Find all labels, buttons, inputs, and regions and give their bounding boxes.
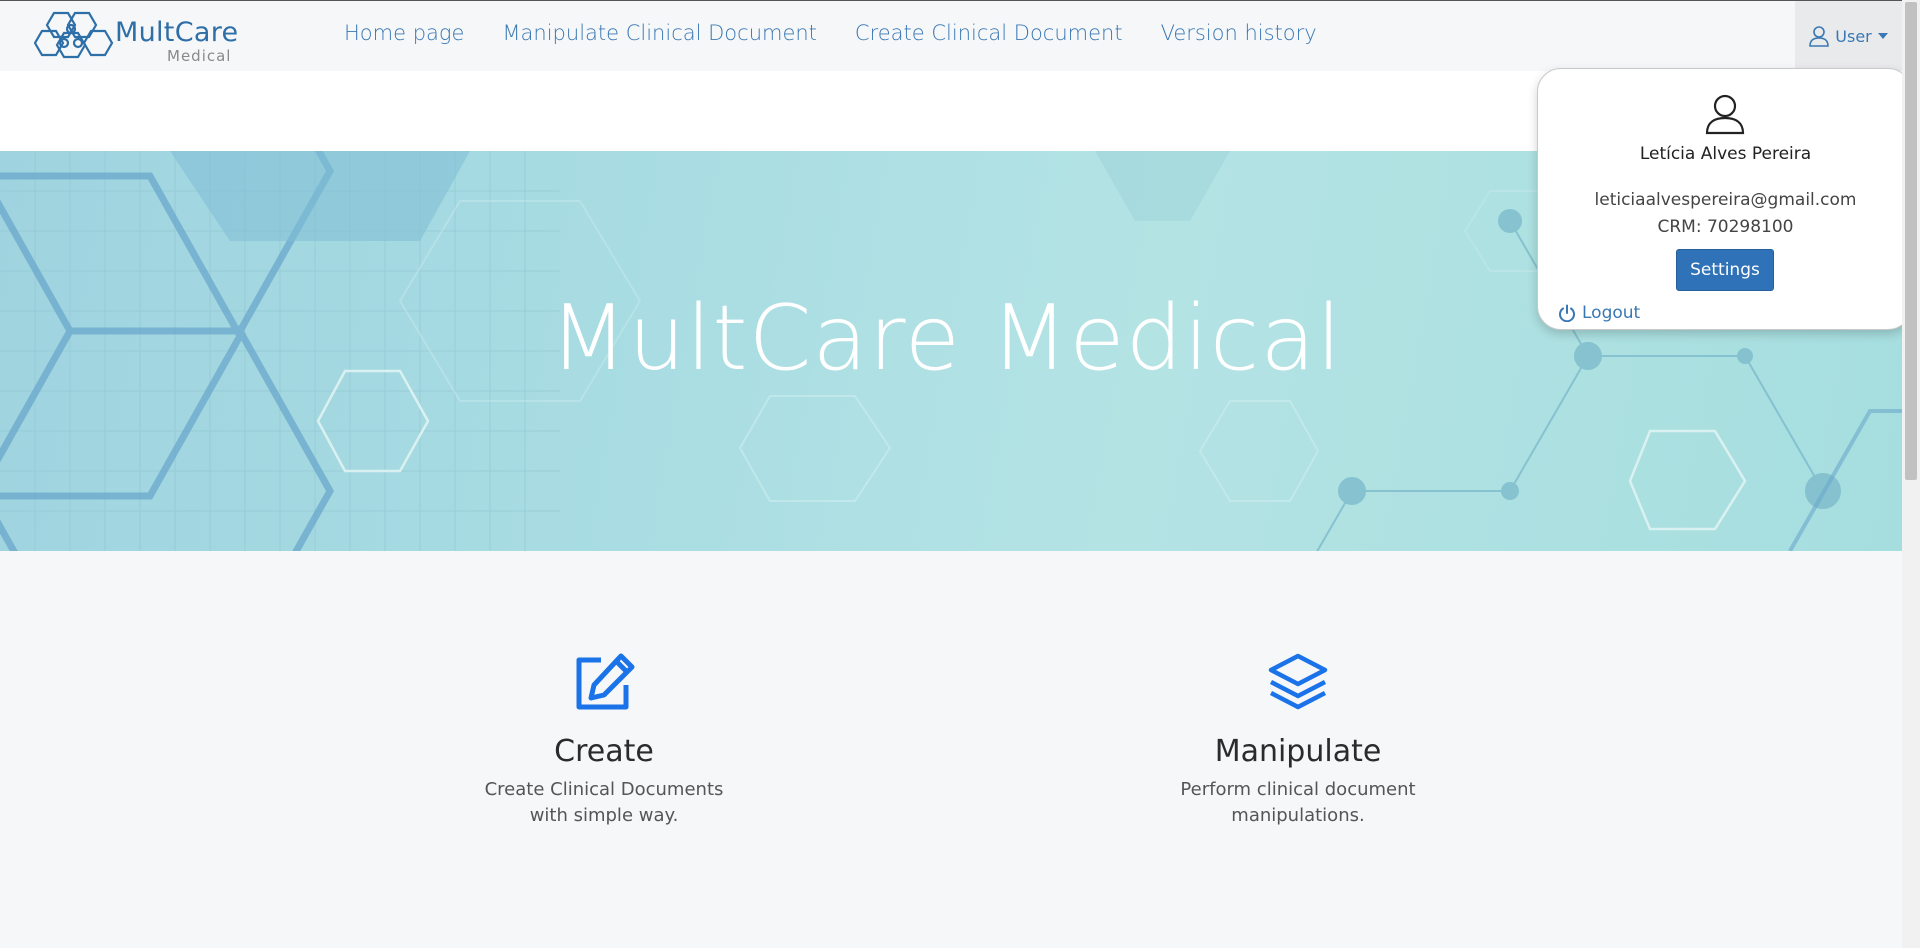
user-dropdown-menu: Letícia Alves Pereira leticiaalvespereir… — [1537, 68, 1912, 330]
top-navbar: MultCare Medical Home page Manipulate Cl… — [0, 0, 1902, 71]
main-nav: Home page Manipulate Clinical Document C… — [344, 21, 1317, 45]
user-icon — [1809, 26, 1830, 47]
scrollbar-thumb[interactable] — [1905, 2, 1917, 480]
feature-manipulate-desc: Perform clinical document manipulations. — [1138, 777, 1458, 829]
feature-manipulate-desc-line2: manipulations. — [1231, 805, 1365, 826]
nav-version-history[interactable]: Version history — [1161, 21, 1317, 45]
user-menu-label: User — [1835, 26, 1872, 46]
feature-create-desc-line1: Create Clinical Documents — [484, 779, 724, 800]
logo-hexagons-icon — [34, 11, 114, 59]
user-crm: CRM: 70298100 — [1657, 217, 1794, 237]
feature-manipulate-desc-line1: Perform clinical document — [1180, 779, 1416, 800]
nav-home[interactable]: Home page — [344, 21, 464, 45]
chevron-down-icon — [1877, 33, 1888, 39]
nav-create-clinical-document[interactable]: Create Clinical Document — [855, 21, 1123, 45]
edit-icon — [576, 653, 635, 710]
feature-create[interactable]: Create Create Clinical Documents with si… — [444, 652, 764, 829]
feature-create-desc-line2: with simple way. — [529, 805, 679, 826]
user-full-name: Letícia Alves Pereira — [1639, 144, 1812, 164]
user-email: leticiaalvespereira@gmail.com — [1594, 190, 1857, 210]
brand-subtitle: Medical — [167, 47, 232, 65]
feature-create-desc: Create Clinical Documents with simple wa… — [444, 777, 764, 829]
brand-logo[interactable]: MultCare Medical — [34, 7, 244, 67]
logout-link[interactable]: Logout — [1558, 303, 1640, 323]
user-avatar-icon — [1705, 94, 1745, 135]
user-menu-toggle[interactable]: User — [1795, 1, 1902, 71]
feature-create-title: Create — [554, 734, 654, 769]
brand-name: MultCare — [115, 17, 239, 48]
page-scrollbar[interactable] — [1902, 0, 1920, 948]
feature-manipulate-title: Manipulate — [1214, 734, 1382, 769]
settings-button[interactable]: Settings — [1676, 249, 1774, 291]
power-icon — [1559, 304, 1575, 322]
nav-manipulate-clinical-document[interactable]: Manipulate Clinical Document — [502, 21, 817, 45]
logout-label: Logout — [1582, 303, 1641, 323]
layers-icon — [1268, 653, 1328, 710]
feature-manipulate[interactable]: Manipulate Perform clinical document man… — [1138, 652, 1458, 829]
